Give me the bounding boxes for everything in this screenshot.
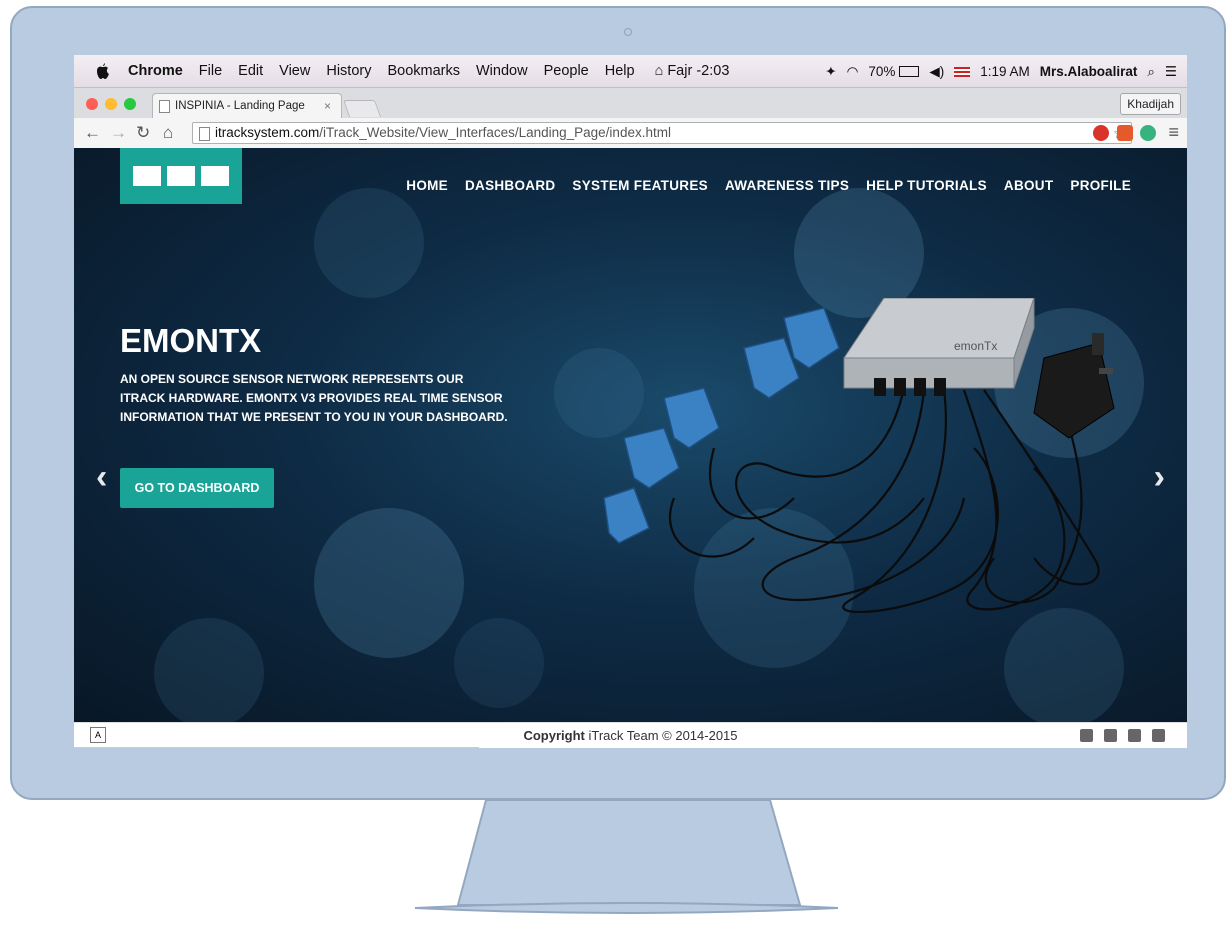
- nav-profile[interactable]: PROFILE: [1070, 178, 1131, 193]
- close-window-icon[interactable]: [86, 98, 98, 110]
- site-footer: A Copyright iTrack Team © 2014-2015: [74, 722, 1187, 748]
- facebook-icon[interactable]: [1104, 729, 1117, 742]
- landing-hero: HOME DASHBOARD SYSTEM FEATURES AWARENESS…: [74, 148, 1187, 722]
- logo-leaf-icon: [201, 166, 229, 186]
- nav-awareness-tips[interactable]: AWARENESS TIPS: [725, 178, 849, 193]
- close-tab-icon[interactable]: ×: [324, 99, 331, 113]
- browser-tabstrip: INSPINIA - Landing Page × Khadijah: [74, 88, 1187, 118]
- menubar-status: ✦ ◠ 70% ◀) 1:19 AM Mrs.Alaboalirat ⌕ ☰: [815, 55, 1177, 88]
- tab-landing-page[interactable]: INSPINIA - Landing Page ×: [152, 93, 342, 118]
- carousel-prev-icon[interactable]: ‹: [96, 458, 107, 497]
- menu-help[interactable]: Help: [605, 63, 635, 79]
- wifi-icon[interactable]: ◠: [847, 64, 859, 80]
- menu-bookmarks[interactable]: Bookmarks: [387, 63, 460, 79]
- document-icon: [199, 127, 210, 141]
- mac-menubar: Chrome File Edit View History Bookmarks …: [74, 55, 1187, 88]
- url-host: itracksystem.com: [215, 125, 320, 140]
- logo-plug-icon: [133, 166, 161, 186]
- menu-window[interactable]: Window: [476, 63, 528, 79]
- extension-opera-icon[interactable]: [1093, 125, 1109, 141]
- maximize-window-icon[interactable]: [124, 98, 136, 110]
- nav-help-tutorials[interactable]: HELP TUTORIALS: [866, 178, 987, 193]
- copyright-text: iTrack Team © 2014-2015: [584, 728, 738, 743]
- tab-title: INSPINIA - Landing Page: [175, 100, 305, 112]
- extension-ai-icon[interactable]: [1117, 125, 1133, 141]
- address-bar[interactable]: itracksystem.com/iTrack_Website/View_Int…: [192, 122, 1132, 144]
- spotlight-icon[interactable]: ⌕: [1147, 64, 1155, 80]
- nav-dashboard[interactable]: DASHBOARD: [465, 178, 555, 193]
- menu-edit[interactable]: Edit: [238, 63, 263, 79]
- reload-icon[interactable]: ↻: [136, 123, 150, 143]
- mosque-icon[interactable]: ⌂: [655, 63, 664, 79]
- menu-app-name[interactable]: Chrome: [128, 63, 183, 79]
- clock[interactable]: 1:19 AM: [980, 64, 1030, 79]
- flag-icon[interactable]: [954, 66, 971, 77]
- emontx-product-image: emonTx: [603, 298, 1115, 614]
- copyright-label: Copyright: [523, 728, 585, 743]
- hero-description: AN OPEN SOURCE SENSOR NETWORK REPRESENTS…: [120, 372, 508, 424]
- battery-icon[interactable]: [899, 66, 920, 77]
- menu-history[interactable]: History: [326, 63, 371, 79]
- window-controls: [86, 98, 143, 110]
- profile-button[interactable]: Khadijah: [1120, 93, 1181, 115]
- volume-icon[interactable]: ◀): [929, 64, 944, 80]
- hero-title: EMONTX: [120, 322, 262, 359]
- menu-file[interactable]: File: [199, 63, 222, 79]
- nav-system-features[interactable]: SYSTEM FEATURES: [572, 178, 708, 193]
- twitter-icon[interactable]: [1128, 729, 1141, 742]
- nav-about[interactable]: ABOUT: [1004, 178, 1054, 193]
- site-logo[interactable]: [120, 148, 242, 204]
- back-arrow-icon[interactable]: ←: [84, 123, 101, 143]
- minimize-window-icon[interactable]: [105, 98, 117, 110]
- user-name[interactable]: Mrs.Alaboalirat: [1040, 64, 1138, 79]
- horizontal-scrollbar[interactable]: [74, 747, 479, 748]
- extension-grammarly-icon[interactable]: [1140, 125, 1156, 141]
- screen: Chrome File Edit View History Bookmarks …: [74, 55, 1187, 748]
- page-icon: [159, 100, 170, 113]
- menu-people[interactable]: People: [544, 63, 589, 79]
- new-tab-button[interactable]: [342, 100, 382, 117]
- url-path: /iTrack_Website/View_Interfaces/Landing_…: [319, 125, 671, 140]
- apple-icon[interactable]: [94, 62, 110, 80]
- notification-center-icon[interactable]: ☰: [1165, 64, 1177, 80]
- battery-percent[interactable]: 70%: [868, 64, 895, 79]
- go-to-dashboard-button[interactable]: GO TO DASHBOARD: [120, 468, 274, 508]
- logo-bolt-icon: [167, 166, 195, 186]
- site-nav: HOME DASHBOARD SYSTEM FEATURES AWARENESS…: [389, 178, 1131, 193]
- menu-view[interactable]: View: [279, 63, 310, 79]
- forward-arrow-icon[interactable]: →: [110, 123, 127, 143]
- home-icon[interactable]: ⌂: [163, 123, 173, 143]
- social-links: [1080, 729, 1165, 742]
- youtube-icon[interactable]: [1152, 729, 1165, 742]
- device-label: emonTx: [954, 339, 997, 353]
- dropbox-icon[interactable]: ✦: [825, 64, 836, 80]
- email-icon[interactable]: [1080, 729, 1093, 742]
- prayer-time[interactable]: Fajr -2:03: [667, 63, 729, 79]
- nav-home[interactable]: HOME: [406, 178, 448, 193]
- copyright: Copyright iTrack Team © 2014-2015: [74, 728, 1187, 743]
- carousel-next-icon[interactable]: ›: [1154, 458, 1165, 497]
- chrome-menu-icon[interactable]: ≡: [1168, 122, 1179, 143]
- browser-toolbar: ← → ↻ ⌂ itracksystem.com/iTrack_Website/…: [74, 118, 1187, 149]
